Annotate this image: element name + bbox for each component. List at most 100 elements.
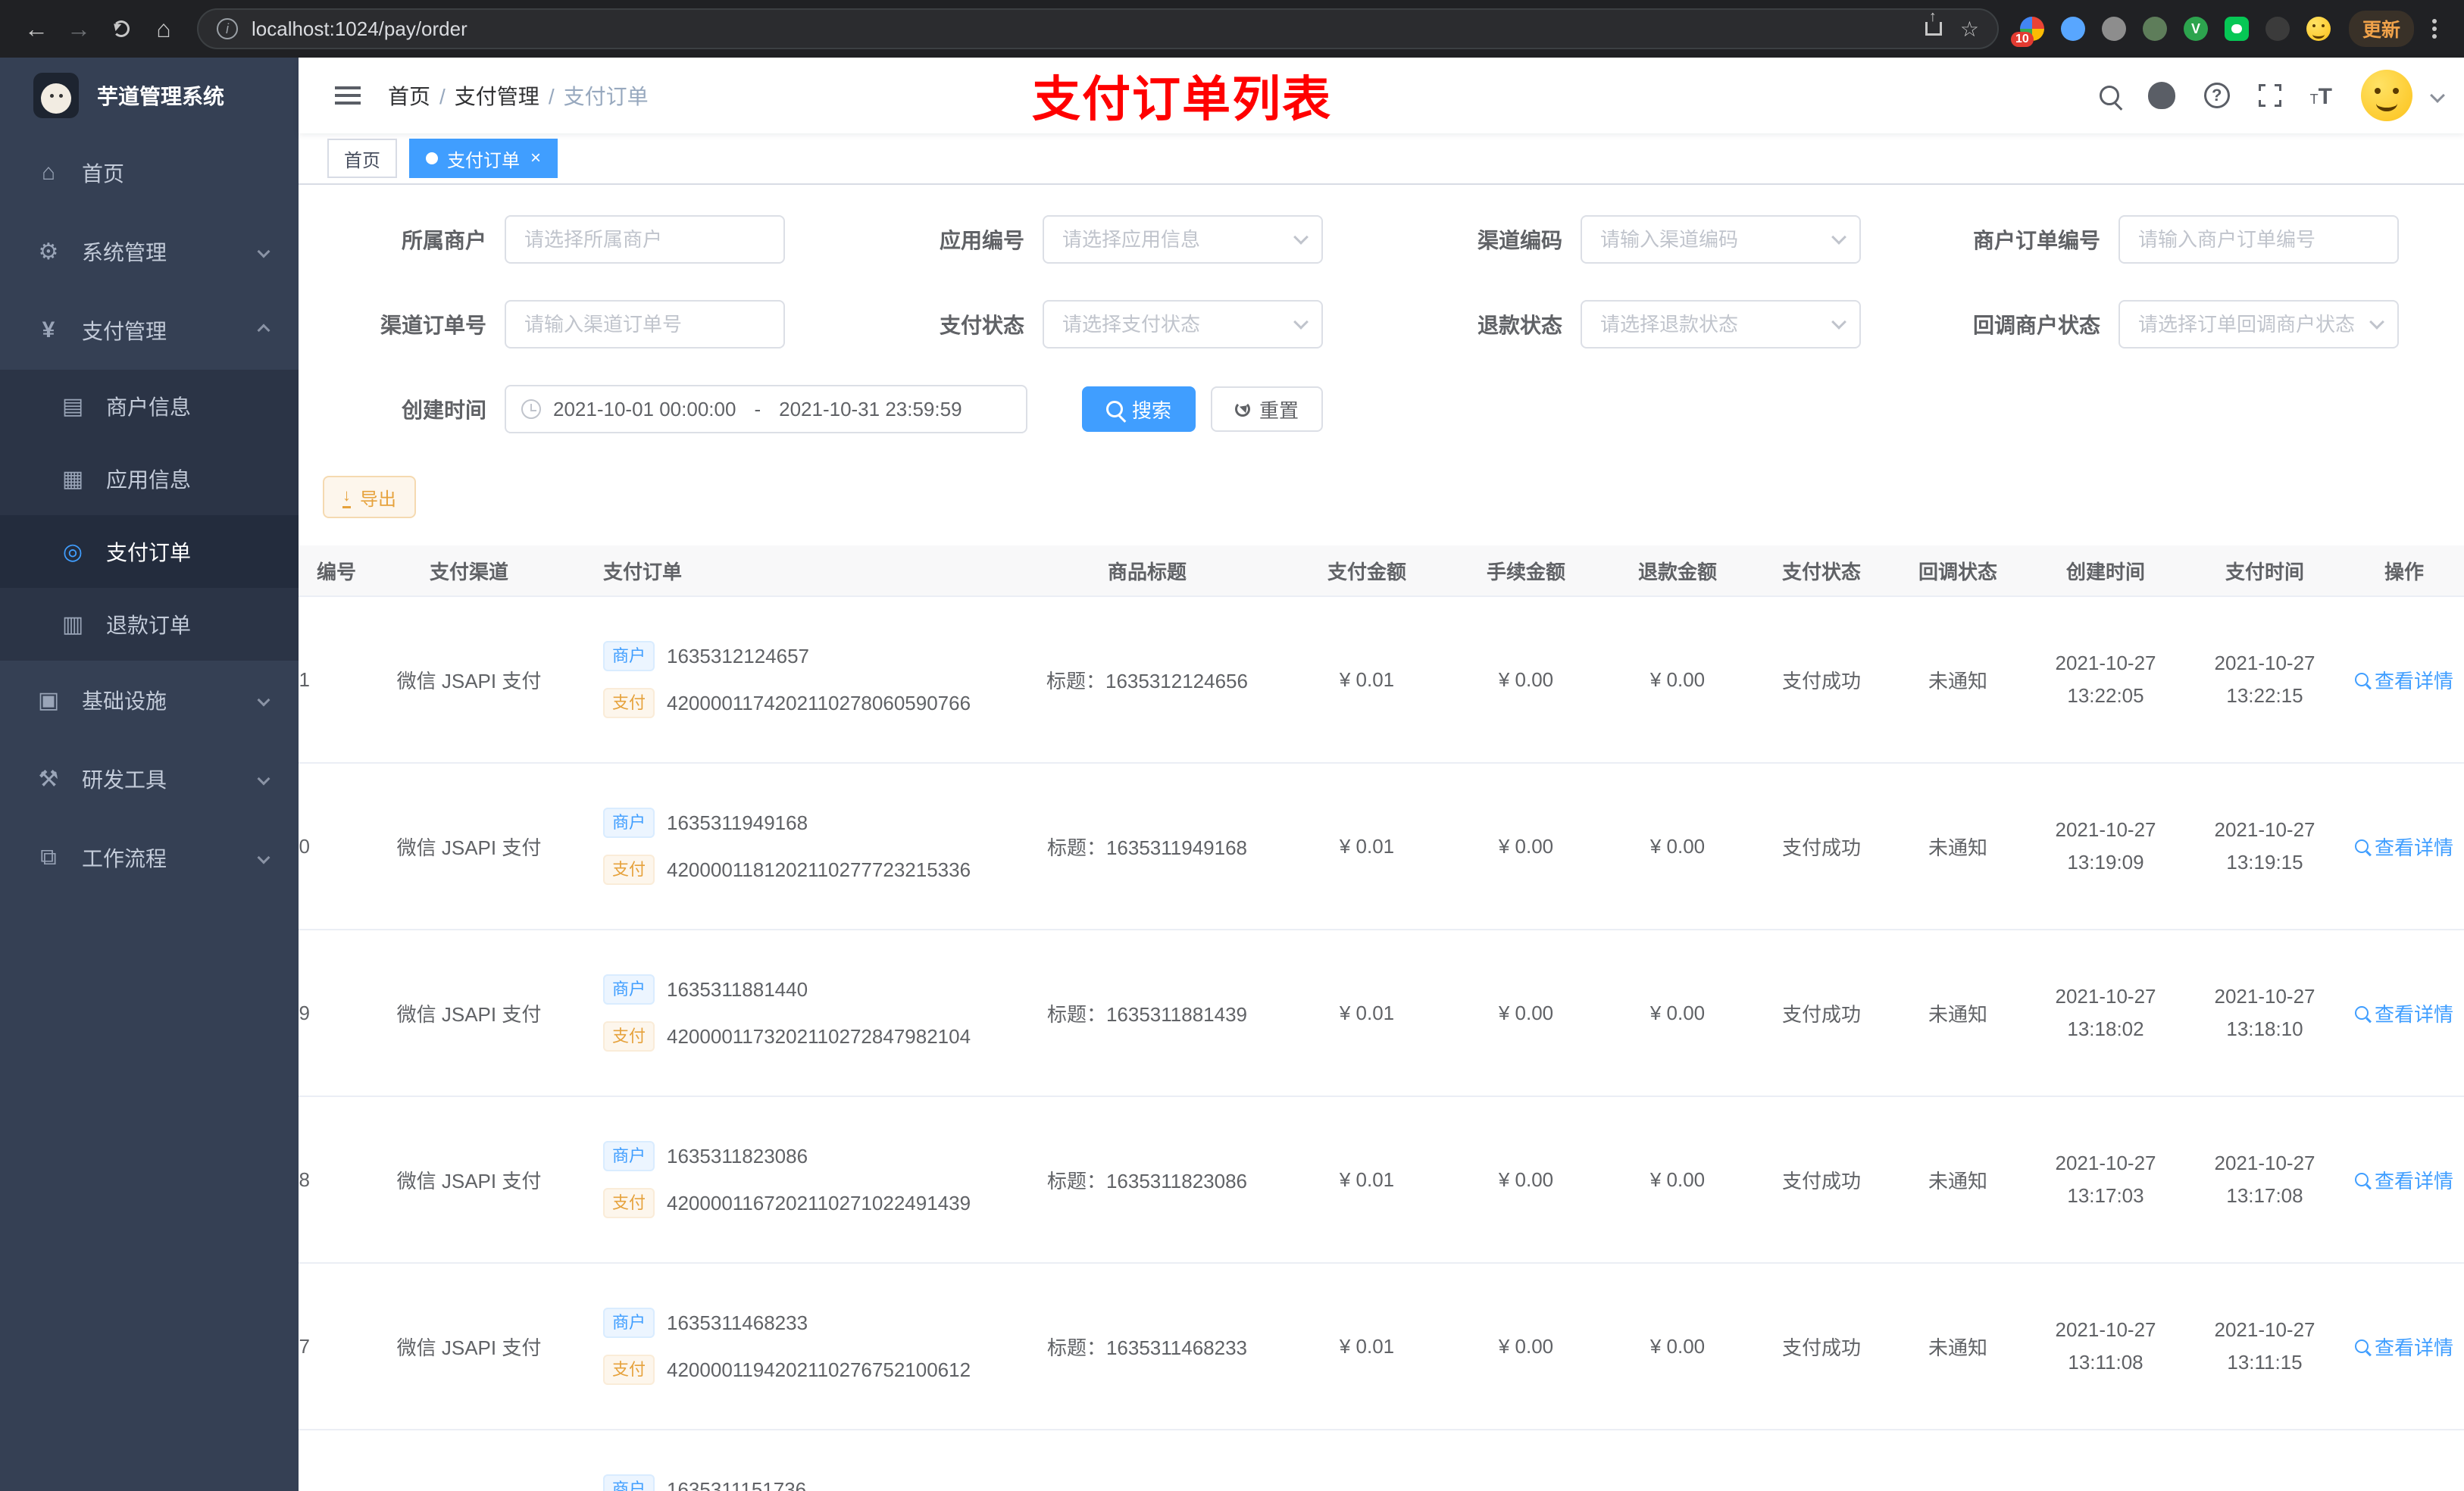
column-actions: 操作 (2384, 560, 2424, 583)
export-button[interactable]: 导出 (323, 476, 416, 518)
pay-status-select[interactable] (1043, 300, 1323, 349)
filter-label: 渠道订单号 (380, 314, 486, 337)
merchant-tag: 商户 (603, 641, 655, 671)
filter-label: 创建时间 (401, 399, 486, 422)
bookmark-star-icon[interactable]: ☆ (1960, 17, 1979, 42)
breadcrumb-payment[interactable]: 支付管理 (439, 80, 539, 111)
extension-icon[interactable] (2224, 17, 2249, 41)
sidebar-item-workflow[interactable]: 工作流程 (0, 818, 299, 897)
page-annotation-title: 支付订单列表 (1032, 72, 1332, 127)
notify-status: 未通知 (1928, 1169, 1987, 1192)
create-time: 2021-10-27 13:19:09 (2055, 818, 2156, 874)
sidebar-item-merchant-info[interactable]: 商户信息 (0, 370, 299, 442)
pay-amount: ¥ 0.01 (1339, 1334, 1395, 1358)
sidebar-item-infrastructure[interactable]: 基础设施 (0, 661, 299, 739)
sidebar-item-dev-tools[interactable]: 研发工具 (0, 739, 299, 818)
site-info-icon[interactable] (217, 18, 238, 39)
url-text: localhost:1024/pay/order (252, 17, 467, 40)
merchant-input[interactable] (505, 215, 785, 264)
column-pay-time: 支付时间 (2225, 560, 2304, 583)
fullscreen-icon[interactable] (2256, 82, 2284, 109)
create-time-range-picker[interactable]: 2021-10-01 00:00:00 - 2021-10-31 23:59:5… (505, 385, 1027, 433)
channel-pay-number: 4200001167202110271022491439 (667, 1191, 971, 1214)
tab-home[interactable]: 首页 (327, 139, 397, 178)
browser-reload-icon[interactable] (100, 15, 142, 43)
refund-status-select[interactable] (1581, 300, 1861, 349)
table-row: 商户 1635311151736 支付 查看详情 (299, 1430, 2464, 1491)
sidebar-item-refund-order[interactable]: 退款订单 (0, 588, 299, 661)
app-no-input[interactable] (1043, 215, 1323, 264)
filter-label: 应用编号 (939, 229, 1024, 252)
sidebar-item-home[interactable]: 首页 (0, 133, 299, 212)
tab-pay-order[interactable]: 支付订单 × (409, 139, 558, 178)
merchant-order-no-input[interactable] (2118, 215, 2399, 264)
pay-channel: 微信 JSAPI 支付 (396, 1336, 542, 1359)
column-create-time: 创建时间 (2065, 560, 2145, 583)
gear-icon (33, 239, 64, 265)
sidebar-item-label: 首页 (82, 162, 125, 186)
user-avatar[interactable] (2361, 70, 2412, 121)
create-time: 2021-10-27 13:17:03 (2055, 1152, 2156, 1207)
app-no-select[interactable] (1043, 215, 1323, 264)
merchant-select[interactable] (505, 215, 785, 264)
extension-icon[interactable] (2101, 17, 2126, 41)
search-button[interactable]: 搜索 (1082, 386, 1196, 432)
channel-order-no-field[interactable] (505, 300, 785, 349)
app-logo[interactable]: 芋道管理系统 (0, 58, 299, 133)
view-detail-label: 查看详情 (2374, 669, 2453, 692)
browser-back-icon[interactable]: ← (15, 15, 58, 43)
sidebar-item-system[interactable]: 系统管理 (0, 212, 299, 291)
view-detail-link[interactable]: 查看详情 (2354, 999, 2453, 1027)
channel-code-select[interactable] (1581, 215, 1861, 264)
github-icon[interactable] (2147, 82, 2175, 109)
notify-status-select[interactable] (2118, 300, 2399, 349)
pay-tag: 支付 (603, 1188, 655, 1218)
pay-status-input[interactable] (1043, 300, 1323, 349)
pay-status: 支付成功 (1781, 836, 1861, 859)
search-button-label: 搜索 (1132, 399, 1172, 422)
sidebar-item-app-info[interactable]: 应用信息 (0, 442, 299, 515)
browser-menu-icon[interactable] (2432, 27, 2437, 31)
notify-status: 未通知 (1928, 836, 1987, 859)
sidebar-item-pay-order[interactable]: 支付订单 (0, 515, 299, 588)
extension-icon[interactable] (2183, 17, 2208, 41)
font-size-icon[interactable] (2310, 82, 2332, 110)
column-channel: 支付渠道 (429, 560, 508, 583)
help-icon[interactable] (2203, 83, 2230, 108)
extension-icon[interactable] (2060, 17, 2085, 41)
extension-icon[interactable]: 10 (2010, 17, 2044, 47)
channel-code-input[interactable] (1581, 215, 1861, 264)
export-button-label: 导出 (360, 489, 396, 510)
sidebar-item-payment[interactable]: 支付管理 (0, 291, 299, 370)
merchant-order-no-field[interactable] (2118, 215, 2399, 264)
view-detail-link[interactable]: 查看详情 (2354, 833, 2453, 861)
pay-amount: ¥ 0.01 (1339, 1001, 1395, 1024)
app-title: 芋道管理系统 (97, 85, 225, 108)
extension-icon[interactable] (2142, 17, 2167, 41)
fee-amount: ¥ 0.00 (1498, 1167, 1554, 1191)
view-detail-link[interactable]: 查看详情 (2354, 1166, 2453, 1194)
tab-close-icon[interactable]: × (530, 149, 541, 167)
search-icon[interactable] (2099, 86, 2119, 105)
address-bar[interactable]: localhost:1024/pay/order ☆ (197, 8, 1999, 49)
view-detail-link[interactable]: 查看详情 (2354, 1333, 2453, 1361)
profile-avatar-icon[interactable] (2306, 17, 2331, 41)
browser-home-icon[interactable]: ⌂ (142, 15, 185, 43)
order-id: 20 (299, 834, 310, 858)
extension-icon[interactable] (2265, 17, 2290, 41)
sidebar-toggle-icon[interactable] (335, 86, 361, 105)
browser-forward-icon[interactable]: → (58, 15, 100, 43)
refund-status-input[interactable] (1581, 300, 1861, 349)
monitor-icon (33, 687, 64, 714)
breadcrumb-home[interactable]: 首页 (388, 80, 430, 111)
reset-button[interactable]: 重置 (1211, 386, 1324, 432)
column-notify: 回调状态 (1918, 560, 1997, 583)
channel-order-no-input[interactable] (505, 300, 785, 349)
avatar-caret-icon[interactable] (2430, 88, 2445, 103)
view-detail-link[interactable]: 查看详情 (2354, 666, 2453, 694)
browser-update-button[interactable]: 更新 (2348, 11, 2414, 47)
table-row: 20 微信 JSAPI 支付 商户 1635311949168 支付 42000… (299, 764, 2464, 930)
chevron-up-icon (257, 324, 270, 337)
notify-status-input[interactable] (2118, 300, 2399, 349)
share-icon[interactable] (1925, 8, 1942, 36)
